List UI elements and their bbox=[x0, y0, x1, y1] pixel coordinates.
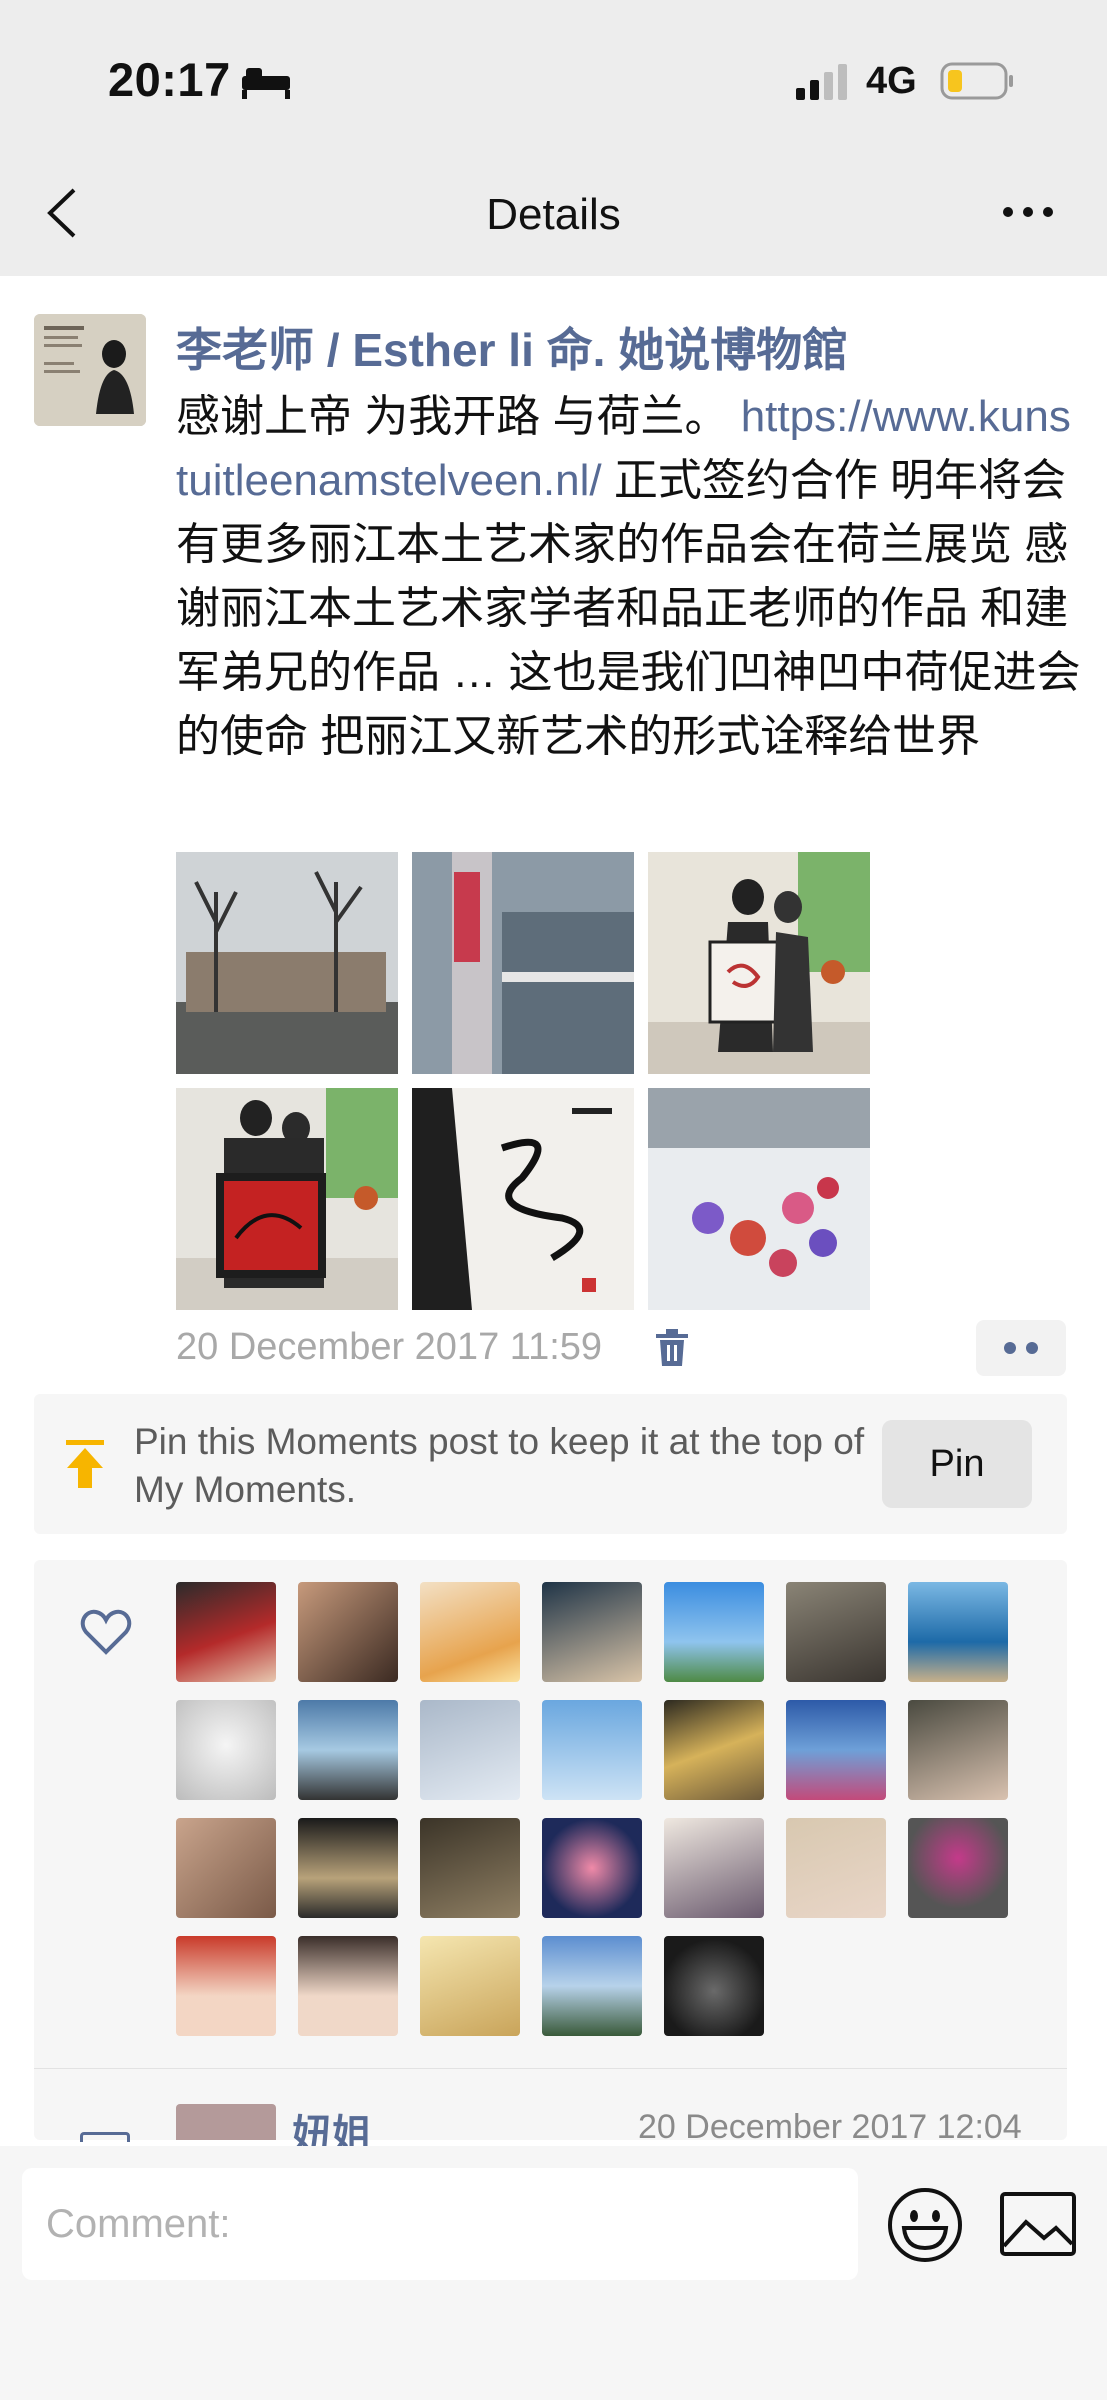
comment-icon bbox=[80, 2132, 130, 2142]
liker-avatar[interactable] bbox=[542, 1700, 642, 1800]
status-bar: 20:17 4G bbox=[0, 0, 1107, 150]
post-text-intro: 感谢上帝 为我开路 与荷兰。 bbox=[176, 392, 741, 441]
commenter-avatar[interactable] bbox=[176, 2104, 276, 2140]
liker-avatar[interactable] bbox=[420, 1818, 520, 1918]
page-title: Details bbox=[486, 190, 621, 239]
post-photo-4[interactable] bbox=[176, 1088, 398, 1310]
action-menu-button[interactable] bbox=[976, 1320, 1066, 1376]
liker-avatar[interactable] bbox=[420, 1582, 520, 1682]
post-photo-1[interactable] bbox=[176, 852, 398, 1074]
liker-avatar[interactable] bbox=[786, 1818, 886, 1918]
liker-avatar[interactable] bbox=[176, 1700, 276, 1800]
liker-avatar[interactable] bbox=[664, 1818, 764, 1918]
liker-avatar[interactable] bbox=[908, 1582, 1008, 1682]
liker-avatar[interactable] bbox=[664, 1582, 764, 1682]
comment-bar bbox=[0, 2146, 1107, 2400]
liker-avatar[interactable] bbox=[542, 1582, 642, 1682]
post-photo-2[interactable] bbox=[412, 852, 634, 1074]
liker-avatar[interactable] bbox=[298, 1582, 398, 1682]
liker-avatar[interactable] bbox=[176, 1582, 276, 1682]
liker-avatar[interactable] bbox=[908, 1700, 1008, 1800]
likes-panel: 妞姐 20 December 2017 12:04 bbox=[34, 1560, 1067, 2157]
pin-button[interactable]: Pin bbox=[882, 1420, 1032, 1508]
nav-bar: Details bbox=[0, 150, 1107, 276]
heart-icon bbox=[80, 1609, 132, 1655]
author-avatar[interactable] bbox=[34, 314, 146, 426]
more-icon[interactable] bbox=[1000, 202, 1056, 222]
signal-icon bbox=[796, 64, 847, 100]
status-time: 20:17 bbox=[108, 53, 231, 106]
post-timestamp: 20 December 2017 11:59 bbox=[176, 1326, 603, 1368]
post-photo-3[interactable] bbox=[648, 852, 870, 1074]
pin-to-top-icon bbox=[66, 1440, 104, 1488]
liker-avatar[interactable] bbox=[298, 1936, 398, 2036]
divider bbox=[34, 2068, 1067, 2069]
author-name[interactable]: 李老师 / Esther li 命. 她说博物館 bbox=[176, 314, 848, 380]
liker-avatar[interactable] bbox=[176, 1936, 276, 2036]
liker-avatar[interactable] bbox=[542, 1818, 642, 1918]
liker-avatar[interactable] bbox=[542, 1936, 642, 2036]
battery-icon bbox=[940, 62, 1013, 100]
post-photo-6[interactable] bbox=[648, 1088, 870, 1310]
liker-avatar[interactable] bbox=[298, 1818, 398, 1918]
liker-avatar[interactable] bbox=[420, 1936, 520, 2036]
emoji-icon[interactable] bbox=[886, 2186, 964, 2264]
post-photo-5[interactable] bbox=[412, 1088, 634, 1310]
liker-avatar[interactable] bbox=[786, 1700, 886, 1800]
image-icon[interactable] bbox=[1000, 2192, 1076, 2256]
bed-icon bbox=[242, 68, 290, 99]
comment-input[interactable] bbox=[22, 2168, 858, 2280]
pin-hint-text: Pin this Moments post to keep it at the … bbox=[134, 1421, 865, 1510]
post-text: 感谢上帝 为我开路 与荷兰。 https://www.kunstuitleena… bbox=[176, 385, 1081, 769]
pin-panel: Pin this Moments post to keep it at the … bbox=[34, 1394, 1067, 1534]
liker-avatar[interactable] bbox=[420, 1700, 520, 1800]
liker-avatar[interactable] bbox=[664, 1700, 764, 1800]
liker-avatar[interactable] bbox=[786, 1582, 886, 1682]
liker-avatar[interactable] bbox=[176, 1818, 276, 1918]
two-dots-icon bbox=[1004, 1342, 1038, 1354]
comment-time: 20 December 2017 12:04 bbox=[638, 2108, 1022, 2146]
network-type: 4G bbox=[866, 60, 917, 102]
liker-avatar[interactable] bbox=[664, 1936, 764, 2036]
trash-icon[interactable] bbox=[654, 1328, 690, 1368]
liker-avatar[interactable] bbox=[298, 1700, 398, 1800]
liker-avatar[interactable] bbox=[908, 1818, 1008, 1918]
